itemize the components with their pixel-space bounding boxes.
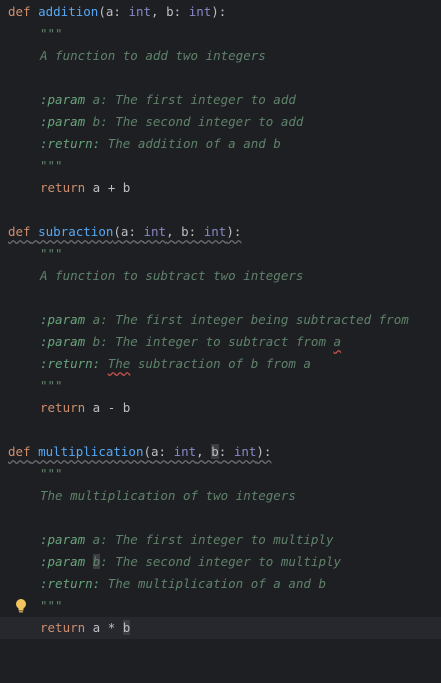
code-line[interactable]: """ [0, 155, 441, 177]
code-line[interactable]: return a - b [0, 397, 441, 419]
code-editor[interactable]: def addition(a: int, b: int): """ A func… [0, 0, 441, 639]
typo-warning[interactable]: The [108, 356, 131, 371]
type-hint: int [233, 444, 257, 459]
docstring-summary: A function to subtract two integers [40, 268, 304, 283]
code-line[interactable]: :return: The addition of a and b [0, 133, 441, 155]
symbol-highlight: b [211, 444, 219, 459]
code-line[interactable]: def addition(a: int, b: int): [0, 1, 441, 23]
type-hint: int [188, 4, 212, 19]
code-line[interactable]: """ [0, 23, 441, 45]
code-line[interactable]: """ [0, 243, 441, 265]
def-keyword: def [8, 4, 31, 19]
type-hint: int [143, 224, 167, 239]
def-keyword: def [8, 224, 31, 239]
symbol-highlight: b [122, 620, 131, 635]
code-line[interactable]: """ [0, 463, 441, 485]
code-line[interactable]: :return: The subtraction of b from a [0, 353, 441, 375]
code-line[interactable]: A function to subtract two integers [0, 265, 441, 287]
def-keyword: def [8, 444, 31, 459]
code-line[interactable]: :param b: The second integer to multiply [0, 551, 441, 573]
docstring-summary: A function to add two integers [40, 48, 266, 63]
function-name[interactable]: addition [38, 4, 98, 19]
typo-warning[interactable]: a [334, 334, 342, 349]
code-line[interactable]: The multiplication of two integers [0, 485, 441, 507]
lightbulb-icon[interactable] [15, 598, 27, 614]
code-line[interactable]: def subraction(a: int, b: int): [0, 221, 441, 243]
docstring-summary: The multiplication of two integers [40, 488, 296, 503]
code-line[interactable]: """ [0, 595, 441, 617]
type-hint: int [203, 224, 227, 239]
code-line[interactable]: :param a: The first integer to add [0, 89, 441, 111]
code-line[interactable]: A function to add two integers [0, 45, 441, 67]
code-line[interactable]: """ [0, 375, 441, 397]
code-line[interactable]: :param a: The first integer being subtra… [0, 309, 441, 331]
current-line[interactable]: return a * b [0, 617, 441, 639]
code-line[interactable]: return a + b [0, 177, 441, 199]
type-hint: int [173, 444, 197, 459]
function-name[interactable]: multiplication [38, 444, 143, 459]
code-line[interactable]: :param b: The second integer to add [0, 111, 441, 133]
code-line[interactable]: def multiplication(a: int, b: int): [0, 441, 441, 463]
type-hint: int [128, 4, 152, 19]
code-line[interactable]: :return: The multiplication of a and b [0, 573, 441, 595]
code-line[interactable]: :param b: The integer to subtract from a [0, 331, 441, 353]
code-line[interactable]: :param a: The first integer to multiply [0, 529, 441, 551]
function-name[interactable]: subraction [38, 224, 113, 239]
